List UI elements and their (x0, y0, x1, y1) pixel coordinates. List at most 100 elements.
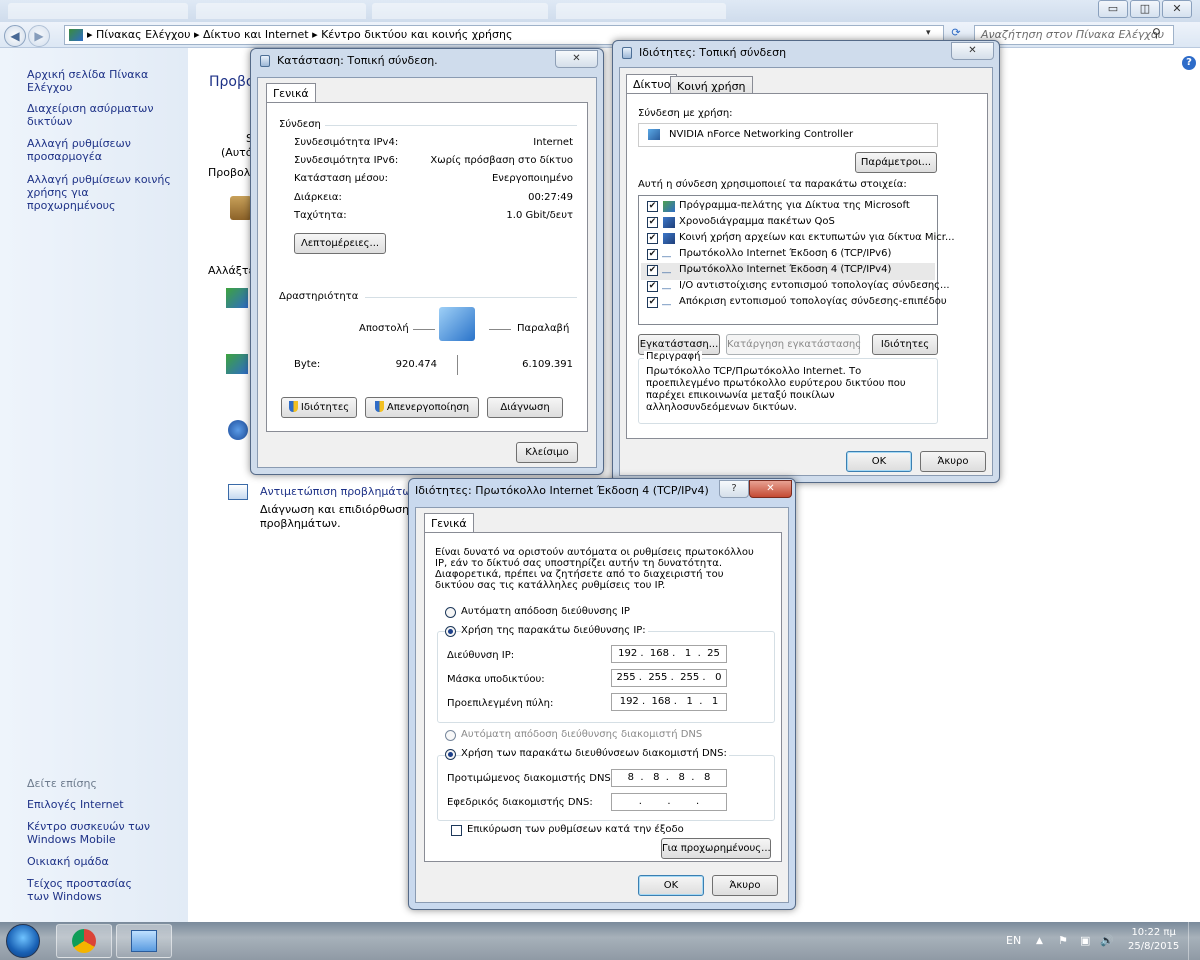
list-item[interactable]: I/O αντιστοίχισης εντοπισμού τοπολογίας … (679, 280, 950, 291)
close-button[interactable]: Κλείσιμο (516, 442, 578, 463)
auto-ip-label[interactable]: Αυτόματη απόδοση διεύθυνσης IP (461, 606, 630, 617)
description-text: Πρωτόκολλο TCP/Πρωτόκολλο Internet. Το π… (646, 366, 906, 413)
tab-general[interactable]: Γενικά (424, 513, 474, 533)
list-item-selected[interactable]: Πρωτόκολλο Internet Έκδοση 4 (TCP/IPv4) (679, 264, 891, 275)
item-checkbox[interactable]: ✔ (647, 217, 658, 228)
close-icon[interactable]: ✕ (749, 480, 792, 498)
advanced-button[interactable]: Για προχωρημένους... (661, 838, 771, 859)
tab-panel: Σύνδεση Συνδεσιμότητα IPv4: Internet Συν… (266, 102, 588, 432)
blurred-tab[interactable] (196, 3, 366, 19)
item-checkbox[interactable]: ✔ (647, 233, 658, 244)
section-connection: Σύνδεση (279, 119, 321, 130)
network-setup-icon[interactable] (226, 288, 248, 308)
disable-button[interactable]: Απενεργοποίηση (365, 397, 479, 418)
close-icon[interactable]: ✕ (951, 42, 994, 60)
see-also-homegroup[interactable]: Οικιακή ομάδα (27, 855, 177, 868)
ip-address-field[interactable]: 192 . 168 . 1 . 25 (611, 645, 727, 663)
network-connect-icon[interactable] (226, 354, 248, 374)
tab-sharing[interactable]: Κοινή χρήση (670, 76, 753, 94)
language-indicator[interactable]: EN (1006, 922, 1021, 960)
minimize-icon[interactable]: ▭ (1098, 0, 1128, 18)
network-tray-icon[interactable]: ▣ (1080, 922, 1090, 960)
breadcrumb-item[interactable]: Πίνακας Ελέγχου (96, 28, 190, 41)
details-button[interactable]: Λεπτομέρειες... (294, 233, 386, 254)
list-item[interactable]: Πρωτόκολλο Internet Έκδοση 6 (TCP/IPv6) (679, 248, 891, 259)
blurred-tab[interactable] (372, 3, 548, 19)
validate-checkbox[interactable] (451, 825, 462, 836)
search-input[interactable]: Αναζήτηση στον Πίνακα Ελέγχου (974, 25, 1174, 45)
sidebar-item-sharing[interactable]: Αλλαγή ρυθμίσεων κοινής χρήσης για προχω… (27, 173, 177, 212)
preferred-dns-field[interactable]: 8 . 8 . 8 . 8 (611, 769, 727, 787)
taskbar-app[interactable] (56, 924, 112, 958)
ok-button[interactable]: OK (638, 875, 704, 896)
item-checkbox[interactable]: ✔ (647, 249, 658, 260)
show-desktop-button[interactable] (1188, 922, 1200, 960)
network-activity-icon (439, 307, 475, 341)
back-button[interactable]: ◀ (4, 25, 26, 47)
volume-icon[interactable]: 🔊 (1100, 922, 1114, 960)
auto-ip-radio[interactable] (445, 607, 456, 618)
clock-date: 25/8/2015 (1128, 941, 1180, 952)
taskbar-app[interactable] (116, 924, 172, 958)
manual-dns-radio[interactable] (445, 749, 456, 760)
start-button[interactable] (6, 924, 40, 958)
sidebar-item-wireless[interactable]: Διαχείριση ασύρματων δικτύων (27, 102, 177, 128)
forward-button[interactable]: ▶ (28, 25, 50, 47)
item-checkbox[interactable]: ✔ (647, 265, 658, 276)
auto-dns-label[interactable]: Αυτόματη απόδοση διεύθυνσης διακομιστή D… (461, 729, 702, 740)
sidebar-item-adapter[interactable]: Αλλαγή ρυθμίσεων προσαρμογέα (27, 137, 177, 163)
dialog-titlebar[interactable]: Κατάσταση: Τοπική σύνδεση. (251, 49, 603, 75)
manual-ip-radio[interactable] (445, 626, 456, 637)
dialog-body: Γενικά Είναι δυνατό να οριστούν αυτόματα… (415, 507, 789, 903)
item-checkbox[interactable]: ✔ (647, 281, 658, 292)
see-also-mobile-center[interactable]: Κέντρο συσκευών των Windows Mobile (27, 820, 152, 846)
homegroup-icon[interactable] (228, 420, 248, 440)
list-item[interactable]: Απόκριση εντοπισμού τοπολογίας σύνδεσης-… (679, 296, 947, 307)
adapter-name: NVIDIA nForce Networking Controller (669, 129, 854, 140)
breadcrumb-item[interactable]: Δίκτυο και Internet (203, 28, 309, 41)
item-checkbox[interactable]: ✔ (647, 201, 658, 212)
dropdown-arrow-icon[interactable]: ▾ (926, 28, 931, 38)
validate-label[interactable]: Επικύρωση των ρυθμίσεων κατά την έξοδο (467, 824, 684, 835)
show-hidden-icons[interactable]: ▲ (1036, 922, 1043, 960)
item-properties-button[interactable]: Ιδιότητες (872, 334, 938, 355)
cancel-button[interactable]: Άκυρο (712, 875, 778, 896)
alternate-dns-field[interactable]: . . . (611, 793, 727, 811)
blurred-tab[interactable] (8, 3, 188, 19)
configure-button[interactable]: Παράμετροι... (855, 152, 937, 173)
diagnose-button[interactable]: Διάγνωση (487, 397, 563, 418)
see-also-firewall[interactable]: Τείχος προστασίας των Windows (27, 877, 152, 903)
item-checkbox[interactable]: ✔ (647, 297, 658, 308)
see-also-internet-options[interactable]: Επιλογές Internet (27, 798, 177, 811)
flag-icon[interactable]: ⚑ (1058, 922, 1068, 960)
clock[interactable]: 10:22 πμ 25/8/2015 (1128, 926, 1179, 954)
protocol-icon: ― (662, 268, 671, 278)
dialog-body: Δίκτυο Κοινή χρήση Σύνδεση με χρήση: NVI… (619, 67, 993, 476)
maximize-icon[interactable]: ◫ (1130, 0, 1160, 18)
help-button[interactable]: ? (719, 480, 749, 498)
connect-using-label: Σύνδεση με χρήση: (638, 108, 733, 119)
manual-dns-label[interactable]: Χρήση των παρακάτω διευθύνσεων διακομιστ… (461, 748, 729, 759)
list-item[interactable]: Κοινή χρήση αρχείων και εκτυπωτών για δί… (679, 232, 955, 243)
sidebar-item-home[interactable]: Αρχική σελίδα Πίνακα Ελέγχου (27, 68, 177, 94)
help-icon[interactable]: ? (1182, 56, 1196, 70)
tab-general[interactable]: Γενικά (266, 83, 316, 103)
troubleshoot-link[interactable]: Αντιμετώπιση προβλημάτων (260, 485, 418, 498)
cancel-button[interactable]: Άκυρο (920, 451, 986, 472)
close-icon[interactable]: ✕ (555, 50, 598, 68)
ok-button[interactable]: OK (846, 451, 912, 472)
manual-ip-label[interactable]: Χρήση της παρακάτω διεύθυνσης IP: (461, 625, 648, 636)
properties-button[interactable]: Ιδιότητες (281, 397, 357, 418)
close-icon[interactable]: ✕ (1162, 0, 1192, 18)
subnet-mask-field[interactable]: 255 . 255 . 255 . 0 (611, 669, 727, 687)
breadcrumb-item[interactable]: Κέντρο δικτύου και κοινής χρήσης (321, 28, 512, 41)
section-activity: Δραστηριότητα (279, 291, 359, 302)
search-icon[interactable]: ⚲ (1152, 26, 1161, 40)
list-item[interactable]: Πρόγραμμα-πελάτης για Δίκτυα της Microso… (679, 200, 910, 211)
gateway-field[interactable]: 192 . 168 . 1 . 1 (611, 693, 727, 711)
uninstall-button[interactable]: Κατάργηση εγκατάστασης (726, 334, 861, 355)
list-item[interactable]: Χρονοδιάγραμμα πακέτων QoS (679, 216, 835, 227)
dialog-titlebar[interactable]: Ιδιότητες: Τοπική σύνδεση (613, 41, 999, 67)
auto-dns-radio[interactable] (445, 730, 456, 741)
blurred-tab[interactable] (556, 3, 726, 19)
